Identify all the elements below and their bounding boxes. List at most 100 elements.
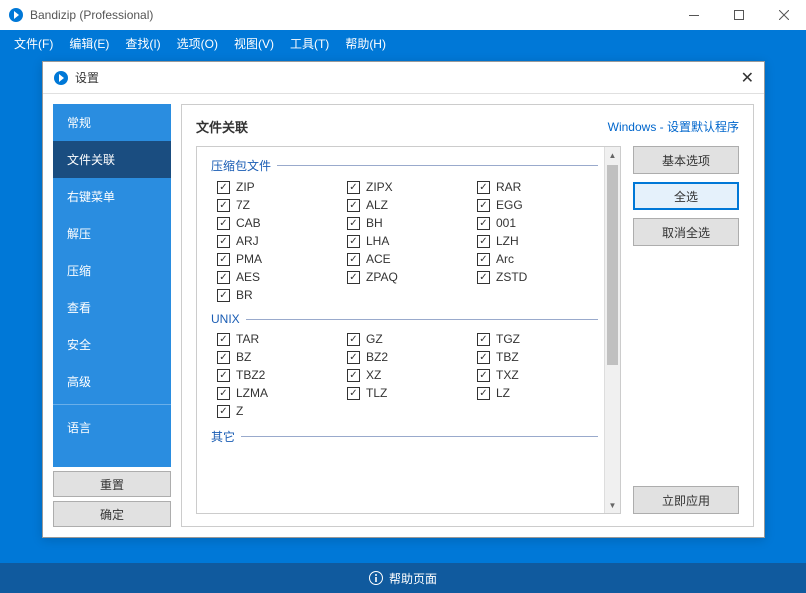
deselect-all-button[interactable]: 取消全选 (633, 218, 739, 246)
sidebar-item-view[interactable]: 查看 (53, 289, 171, 326)
check-icon: ✓ (217, 405, 230, 418)
file-types-list: 压缩包文件✓ZIP✓ZIPX✓RAR✓7Z✓ALZ✓EGG✓CAB✓BH✓001… (196, 146, 621, 514)
app-icon (8, 7, 24, 23)
reset-button[interactable]: 重置 (53, 471, 171, 497)
sidebar-item-language[interactable]: 语言 (53, 409, 171, 446)
sidebar-item-context[interactable]: 右键菜单 (53, 178, 171, 215)
menu-find[interactable]: 查找(I) (117, 35, 168, 52)
checkbox-txz[interactable]: ✓ TXZ (477, 368, 587, 382)
check-icon: ✓ (347, 217, 360, 230)
check-icon: ✓ (347, 253, 360, 266)
checkbox-label: PMA (236, 252, 262, 266)
check-icon: ✓ (477, 235, 490, 248)
checkbox-lzma[interactable]: ✓LZMA (217, 386, 327, 400)
checkbox-z[interactable]: ✓Z (217, 404, 327, 418)
checkbox-ace[interactable]: ✓ ACE (347, 252, 457, 266)
sidebar-item-assoc[interactable]: 文件关联 (53, 141, 171, 178)
checkbox-lha[interactable]: ✓LHA (347, 234, 457, 248)
checkbox-lzh[interactable]: ✓ LZH (477, 234, 587, 248)
menu-help[interactable]: 帮助(H) (337, 35, 394, 52)
page-title: 文件关联 (196, 117, 248, 136)
check-icon: ✓ (217, 217, 230, 230)
checkbox-001[interactable]: ✓001 (477, 216, 587, 230)
checkbox-bh[interactable]: ✓BH (347, 216, 457, 230)
checkbox-pma[interactable]: ✓ PMA (217, 252, 327, 266)
close-button[interactable] (761, 0, 806, 30)
checkbox-cab[interactable]: ✓ CAB (217, 216, 327, 230)
close-icon[interactable]: ✕ (741, 68, 754, 88)
checkbox-br[interactable]: ✓BR (217, 288, 327, 302)
checkbox-bz[interactable]: ✓BZ (217, 350, 327, 364)
menu-edit[interactable]: 编辑(E) (61, 35, 117, 52)
minimize-button[interactable] (671, 0, 716, 30)
checkbox-label: LZH (496, 234, 519, 248)
check-icon: ✓ (347, 271, 360, 284)
checkbox-label: LZMA (236, 386, 268, 400)
check-icon: ✓ (477, 387, 490, 400)
select-all-button[interactable]: 全选 (633, 182, 739, 210)
scrollbar[interactable]: ▲ ▼ (604, 147, 620, 513)
checkbox-alz[interactable]: ✓ ALZ (347, 198, 457, 212)
checkbox-egg[interactable]: ✓EGG (477, 198, 587, 212)
checkbox-label: TBZ2 (236, 368, 265, 382)
dialog-header: 设置 ✕ (43, 62, 764, 94)
sidebar-item-security[interactable]: 安全 (53, 326, 171, 363)
checkbox-rar[interactable]: ✓RAR (477, 180, 587, 194)
checkbox-label: ACE (366, 252, 391, 266)
sidebar-item-extract[interactable]: 解压 (53, 215, 171, 252)
scroll-up-icon[interactable]: ▲ (605, 147, 620, 163)
footer-help-link[interactable]: 帮助页面 (389, 570, 437, 587)
checkbox-aes[interactable]: ✓ AES (217, 270, 327, 284)
checkbox-bz2[interactable]: ✓BZ2 (347, 350, 457, 364)
sidebar-items: 常规 文件关联 右键菜单 解压 压缩 查看 安全 高级 语言 (53, 104, 171, 467)
scroll-down-icon[interactable]: ▼ (605, 497, 620, 513)
checkbox-label: LHA (366, 234, 389, 248)
checkbox-zip[interactable]: ✓ZIP (217, 180, 327, 194)
checkbox-label: CAB (236, 216, 261, 230)
check-icon: ✓ (347, 199, 360, 212)
checkbox-label: ZPAQ (366, 270, 398, 284)
apply-button[interactable]: 立即应用 (633, 486, 739, 514)
scroll-thumb[interactable] (607, 165, 618, 365)
checkbox-zstd[interactable]: ✓ZSTD (477, 270, 587, 284)
checkbox-zipx[interactable]: ✓ZIPX (347, 180, 457, 194)
maximize-button[interactable] (716, 0, 761, 30)
footer[interactable]: 帮助页面 (0, 563, 806, 593)
sidebar-item-general[interactable]: 常规 (53, 104, 171, 141)
checkbox-label: ALZ (366, 198, 388, 212)
menu-tools[interactable]: 工具(T) (282, 35, 337, 52)
basic-options-button[interactable]: 基本选项 (633, 146, 739, 174)
sidebar-item-compress[interactable]: 压缩 (53, 252, 171, 289)
checkbox-zpaq[interactable]: ✓ ZPAQ (347, 270, 457, 284)
checkbox-arc[interactable]: ✓Arc (477, 252, 587, 266)
checkbox-gz[interactable]: ✓GZ (347, 332, 457, 346)
menu-file[interactable]: 文件(F) (6, 35, 61, 52)
check-icon: ✓ (217, 289, 230, 302)
check-icon: ✓ (217, 253, 230, 266)
checkbox-xz[interactable]: ✓XZ (347, 368, 457, 382)
checkbox-lz[interactable]: ✓LZ (477, 386, 587, 400)
menu-view[interactable]: 视图(V) (226, 35, 282, 52)
sidebar-item-advanced[interactable]: 高级 (53, 363, 171, 400)
checkbox-label: TXZ (496, 368, 519, 382)
checkbox-label: TAR (236, 332, 259, 346)
checkbox-tbz[interactable]: ✓TBZ (477, 350, 587, 364)
check-icon: ✓ (477, 369, 490, 382)
checkbox-label: ZIP (236, 180, 255, 194)
checkbox-tlz[interactable]: ✓TLZ (347, 386, 457, 400)
checkbox-label: TBZ (496, 350, 519, 364)
checkbox-tgz[interactable]: ✓TGZ (477, 332, 587, 346)
checkbox-label: XZ (366, 368, 381, 382)
ok-button[interactable]: 确定 (53, 501, 171, 527)
check-icon: ✓ (217, 271, 230, 284)
checkbox-tar[interactable]: ✓TAR (217, 332, 327, 346)
default-programs-link[interactable]: Windows - 设置默认程序 (608, 118, 739, 135)
checkbox-label: TGZ (496, 332, 520, 346)
checkbox-label: AES (236, 270, 260, 284)
titlebar: Bandizip (Professional) (0, 0, 806, 30)
checkbox-7z[interactable]: ✓7Z (217, 198, 327, 212)
checkbox-label: ZSTD (496, 270, 527, 284)
checkbox-arj[interactable]: ✓ARJ (217, 234, 327, 248)
menu-options[interactable]: 选项(O) (169, 35, 226, 52)
checkbox-tbz2[interactable]: ✓TBZ2 (217, 368, 327, 382)
